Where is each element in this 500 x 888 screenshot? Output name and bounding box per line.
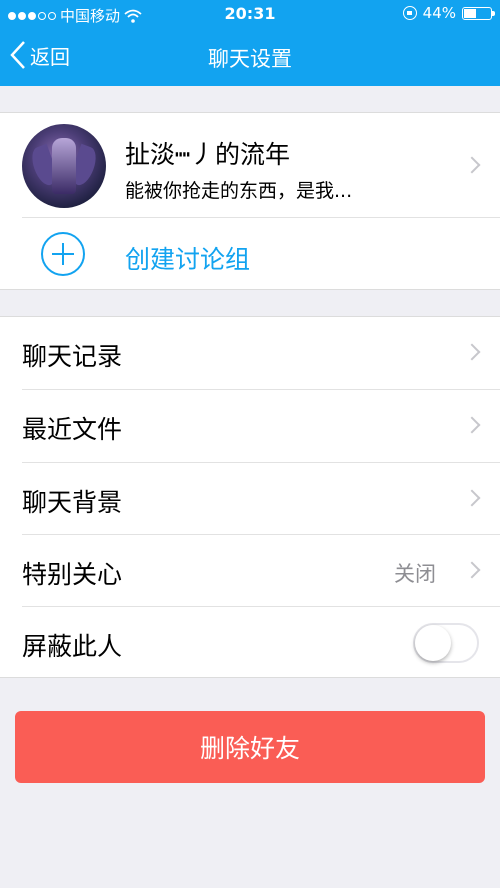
settings-row-label: 最近文件	[22, 415, 123, 444]
profile-section: 扯淡┉丿的流年 能被你抢走的东西，是我... 创建讨论组	[0, 112, 500, 290]
profile-signature: 能被你抢走的东西，是我...	[125, 180, 353, 202]
create-discussion-group-label: 创建讨论组	[125, 245, 251, 274]
chevron-right-icon	[463, 343, 481, 361]
settings-row-chat-history[interactable]: 聊天记录	[0, 317, 500, 389]
nav-bar: 返回 聊天设置	[0, 28, 500, 86]
avatar	[22, 124, 106, 208]
profile-row[interactable]: 扯淡┉丿的流年 能被你抢走的东西，是我...	[0, 113, 500, 217]
settings-row-block-user: 屏蔽此人	[0, 607, 500, 679]
block-user-toggle[interactable]	[413, 623, 479, 663]
battery-icon	[462, 6, 495, 20]
status-bar: 中国移动 20:31 44%	[0, 0, 500, 28]
plus-circle-icon	[41, 232, 85, 276]
settings-row-chat-background[interactable]: 聊天背景	[0, 463, 500, 535]
settings-row-recent-files[interactable]: 最近文件	[0, 390, 500, 462]
chevron-right-icon	[463, 156, 481, 174]
settings-row-label: 聊天背景	[22, 488, 123, 517]
battery-percent: 44%	[422, 4, 456, 22]
chevron-right-icon	[463, 489, 481, 507]
top-bar: 中国移动 20:31 44% 返回 聊天设置	[0, 0, 500, 86]
delete-friend-button[interactable]: 删除好友	[15, 711, 485, 783]
settings-section: 聊天记录 最近文件 聊天背景 特别关心 关闭 屏蔽此人	[0, 316, 500, 678]
chevron-right-icon	[463, 416, 481, 434]
settings-row-label: 特别关心	[22, 560, 123, 589]
settings-row-label: 屏蔽此人	[22, 632, 123, 661]
special-care-status: 关闭	[394, 562, 436, 586]
chevron-right-icon	[463, 561, 481, 579]
settings-row-label: 聊天记录	[22, 342, 123, 371]
create-discussion-group-button[interactable]: 创建讨论组	[0, 218, 500, 290]
toggle-knob	[415, 625, 451, 661]
settings-row-special-care[interactable]: 特别关心 关闭	[0, 535, 500, 607]
rotation-lock-icon	[402, 6, 417, 20]
page-title: 聊天设置	[208, 47, 292, 71]
profile-name: 扯淡┉丿的流年	[125, 140, 291, 169]
